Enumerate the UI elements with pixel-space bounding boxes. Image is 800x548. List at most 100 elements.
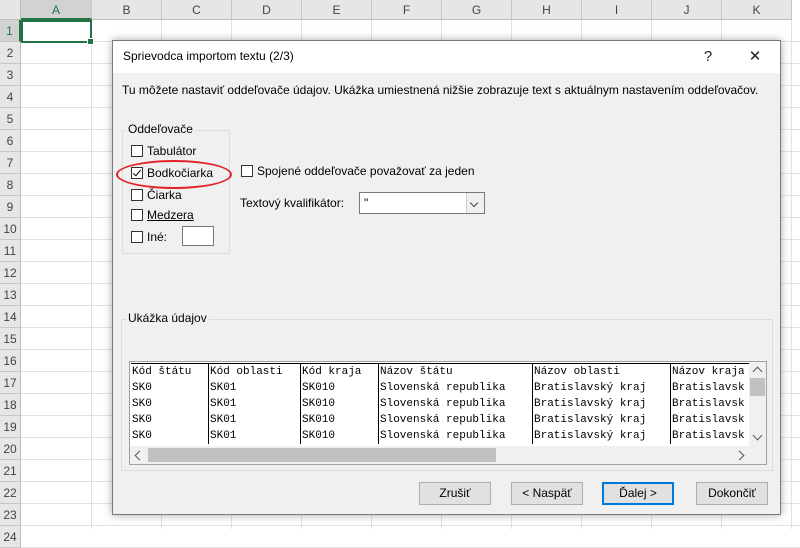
- preview-row: Kód štátu Kód oblasti Kód kraja Názov štátu…: [131, 363, 763, 380]
- scroll-left-icon[interactable]: [134, 450, 145, 461]
- column-header-A[interactable]: A: [21, 0, 92, 20]
- preview-cell: SK010: [300, 412, 379, 428]
- preview-cell: Názov štátu: [378, 363, 533, 380]
- preview-cell: SK010: [300, 380, 379, 396]
- row-header-11[interactable]: 11: [0, 240, 21, 262]
- row-header-18[interactable]: 18: [0, 394, 21, 416]
- active-cell-A1[interactable]: [21, 20, 94, 45]
- preview-cell: Kód štátu: [131, 363, 209, 380]
- column-header-B[interactable]: B: [92, 0, 162, 20]
- column-header-I[interactable]: I: [582, 0, 652, 20]
- column-header-H[interactable]: H: [512, 0, 582, 20]
- preview-cell: Názov oblasti: [532, 363, 671, 380]
- data-preview-pane[interactable]: Kód štátu Kód oblasti Kód kraja Názov štátu…: [129, 361, 767, 465]
- checkbox-box[interactable]: [131, 209, 143, 221]
- text-qualifier-select[interactable]: ": [359, 192, 485, 214]
- select-all-corner[interactable]: [0, 0, 21, 20]
- row-header-4[interactable]: 4: [0, 86, 21, 108]
- column-header-E[interactable]: E: [302, 0, 372, 20]
- other-delimiter-input[interactable]: [182, 226, 214, 246]
- checkbox-ine[interactable]: Iné:: [131, 229, 167, 245]
- preview-cell: SK01: [208, 428, 301, 444]
- horizontal-scroll-thumb[interactable]: [148, 448, 496, 462]
- checkbox-box[interactable]: [241, 165, 253, 177]
- checkbox-label: Tabulátor: [147, 144, 197, 158]
- finish-button[interactable]: Dokončiť: [696, 482, 768, 505]
- preview-row: SK0 SK01 SK010 Slovenská republika Bratislav…: [131, 412, 763, 428]
- preview-cell: Bratislavský kraj: [532, 380, 671, 396]
- scroll-right-icon[interactable]: [734, 450, 745, 461]
- row-header-7[interactable]: 7: [0, 152, 21, 174]
- checkbox-box[interactable]: [131, 189, 143, 201]
- preview-cell: Slovenská republika: [378, 412, 533, 428]
- row-header-19[interactable]: 19: [0, 416, 21, 438]
- checkbox-consecutive-delimiters[interactable]: Spojené oddeľovače považovať za jeden: [241, 163, 475, 179]
- horizontal-scrollbar[interactable]: [130, 446, 751, 464]
- preview-cell: SK01: [208, 380, 301, 396]
- scroll-down-icon[interactable]: [752, 430, 763, 441]
- preview-cell: Kód oblasti: [208, 363, 301, 380]
- column-header-J[interactable]: J: [652, 0, 722, 20]
- row-header-14[interactable]: 14: [0, 306, 21, 328]
- close-icon[interactable]: ✕: [740, 45, 770, 69]
- preview-row: SK0 SK01 SK010 Slovenská republika Bratislav…: [131, 428, 763, 444]
- row-header-24[interactable]: 24: [0, 526, 21, 548]
- checkbox-box[interactable]: [131, 231, 143, 243]
- help-icon[interactable]: ?: [693, 45, 723, 69]
- grid-hline: [21, 525, 800, 526]
- preview-cell: Kód kraja: [300, 363, 379, 380]
- vertical-scroll-thumb[interactable]: [750, 378, 765, 396]
- row-header-17[interactable]: 17: [0, 372, 21, 394]
- row-header-15[interactable]: 15: [0, 328, 21, 350]
- row-header-9[interactable]: 9: [0, 196, 21, 218]
- text-qualifier-label: Textový kvalifikátor:: [240, 196, 345, 210]
- preview-row: SK0 SK01 SK010 Slovenská republika Bratislav…: [131, 396, 763, 412]
- next-button[interactable]: Ďalej >: [602, 482, 674, 505]
- chevron-down-icon[interactable]: [466, 193, 484, 213]
- back-button[interactable]: < Naspäť: [511, 482, 583, 505]
- text-import-wizard-dialog: Sprievodca importom textu (2/3) ? ✕ Tu m…: [112, 40, 781, 515]
- dialog-title: Sprievodca importom textu (2/3): [123, 49, 294, 63]
- checkbox-label: Čiarka: [147, 188, 182, 202]
- preview-row: SK0 SK01 SK010 Slovenská republika Bratislav…: [131, 380, 763, 396]
- preview-cell: SK0: [131, 412, 209, 428]
- cancel-button[interactable]: Zrušiť: [419, 482, 491, 505]
- row-header-3[interactable]: 3: [0, 64, 21, 86]
- row-header-10[interactable]: 10: [0, 218, 21, 240]
- vertical-scrollbar[interactable]: [749, 362, 766, 448]
- row-header-23[interactable]: 23: [0, 504, 21, 526]
- scroll-up-icon[interactable]: [752, 366, 763, 377]
- row-header-16[interactable]: 16: [0, 350, 21, 372]
- row-header-12[interactable]: 12: [0, 262, 21, 284]
- row-header-13[interactable]: 13: [0, 284, 21, 306]
- row-header-5[interactable]: 5: [0, 108, 21, 130]
- row-header-21[interactable]: 21: [0, 460, 21, 482]
- preview-cell: Slovenská republika: [378, 380, 533, 396]
- checkbox-ciarka[interactable]: Čiarka: [131, 187, 182, 203]
- scrollbar-corner: [749, 446, 766, 464]
- grid-vline: [91, 20, 92, 529]
- row-header-6[interactable]: 6: [0, 130, 21, 152]
- row-header-20[interactable]: 20: [0, 438, 21, 460]
- row-header-8[interactable]: 8: [0, 174, 21, 196]
- row-header-22[interactable]: 22: [0, 482, 21, 504]
- checkbox-box[interactable]: [131, 145, 143, 157]
- preview-cell: SK010: [300, 396, 379, 412]
- checkbox-medzera[interactable]: Medzera: [131, 207, 194, 223]
- row-header-1[interactable]: 1: [0, 20, 21, 42]
- checkbox-tabulator[interactable]: Tabulátor: [131, 143, 196, 159]
- dialog-titlebar: Sprievodca importom textu (2/3) ? ✕: [113, 41, 780, 73]
- preview-cell: SK010: [300, 428, 379, 444]
- data-preview-table: Kód štátu Kód oblasti Kód kraja Názov štátu…: [131, 363, 763, 444]
- text-qualifier-value: ": [364, 196, 369, 210]
- column-header-F[interactable]: F: [372, 0, 442, 20]
- delimiters-group-label: Oddeľovače: [126, 122, 195, 136]
- column-header-C[interactable]: C: [162, 0, 232, 20]
- column-header-K[interactable]: K: [722, 0, 792, 20]
- preview-cell: Bratislavský kraj: [532, 428, 671, 444]
- row-header-2[interactable]: 2: [0, 42, 21, 64]
- data-preview-label: Ukážka údajov: [126, 311, 209, 325]
- preview-cell: Bratislavský kraj: [532, 412, 671, 428]
- column-header-G[interactable]: G: [442, 0, 512, 20]
- column-header-D[interactable]: D: [232, 0, 302, 20]
